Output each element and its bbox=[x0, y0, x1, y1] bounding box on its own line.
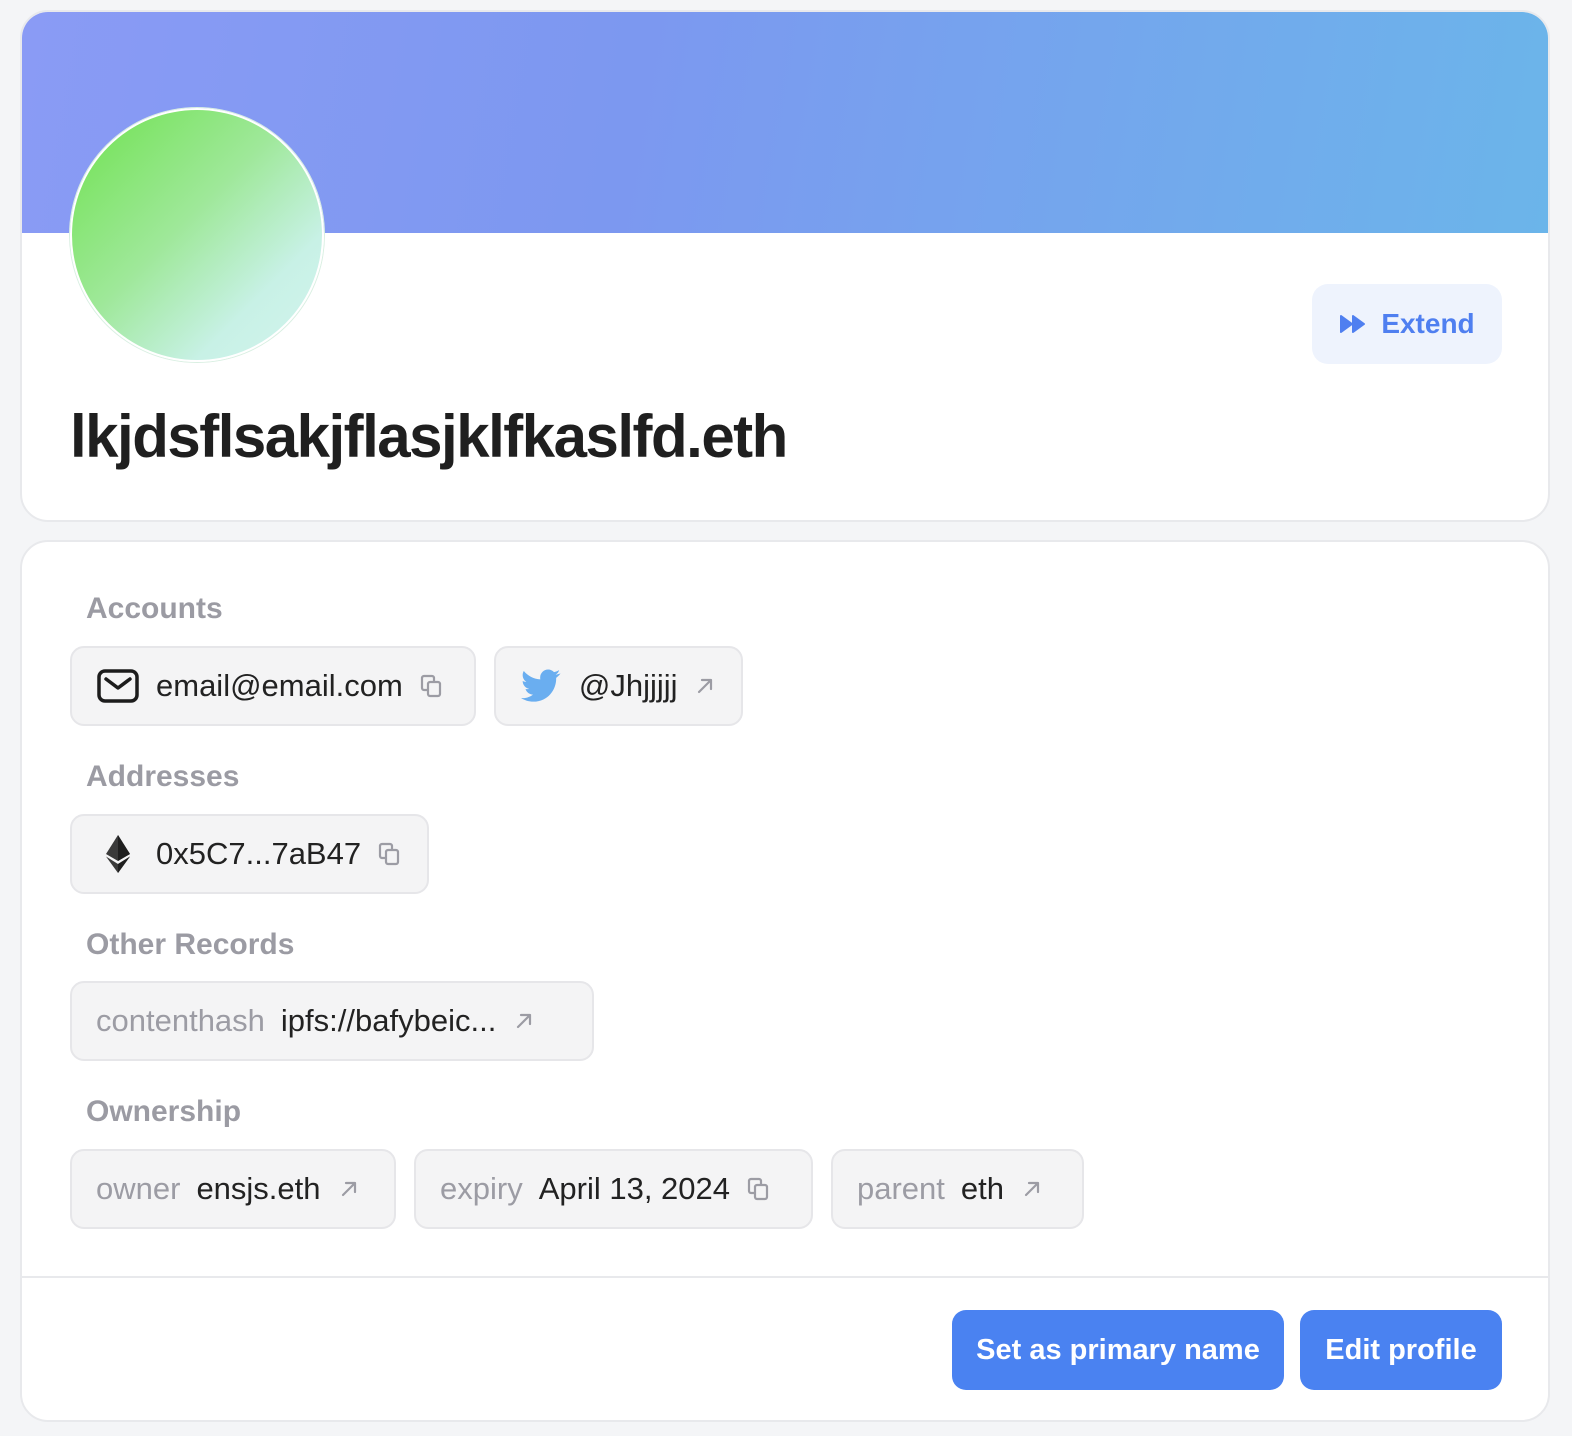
email-value: email@email.com bbox=[156, 668, 403, 703]
external-link-icon[interactable] bbox=[337, 1176, 361, 1202]
copy-icon[interactable] bbox=[746, 1176, 770, 1202]
mail-icon bbox=[96, 666, 140, 706]
external-link-icon[interactable] bbox=[1020, 1176, 1044, 1202]
contenthash-key: contenthash bbox=[96, 1003, 265, 1038]
avatar bbox=[70, 108, 324, 362]
footer-divider bbox=[22, 1276, 1548, 1278]
contenthash-value: ipfs://bafybeic... bbox=[280, 1003, 497, 1038]
external-link-icon[interactable] bbox=[694, 673, 717, 699]
eth-address-pill[interactable]: 0x5C7...7aB47 bbox=[70, 814, 429, 894]
extend-button[interactable]: Extend bbox=[1312, 284, 1502, 364]
expiry-key: expiry bbox=[440, 1171, 523, 1206]
expiry-pill[interactable]: expiry April 13, 2024 bbox=[414, 1149, 813, 1229]
email-account-pill[interactable]: email@email.com bbox=[70, 646, 476, 726]
twitter-value: @Jhjjjjj bbox=[578, 668, 678, 703]
contenthash-record-pill[interactable]: contenthash ipfs://bafybeic... bbox=[70, 981, 594, 1061]
set-primary-name-button[interactable]: Set as primary name bbox=[952, 1310, 1284, 1390]
owner-key: owner bbox=[96, 1171, 181, 1206]
ownership-row: owner ensjs.eth expiry April 13, 2024 pa… bbox=[70, 1149, 1084, 1229]
expiry-value: April 13, 2024 bbox=[538, 1171, 731, 1206]
addresses-row: 0x5C7...7aB47 bbox=[70, 814, 429, 894]
fast-forward-icon bbox=[1339, 312, 1367, 336]
other-records-section-label: Other Records bbox=[86, 928, 295, 961]
parent-pill[interactable]: parent eth bbox=[831, 1149, 1084, 1229]
twitter-account-pill[interactable]: @Jhjjjjj bbox=[494, 646, 743, 726]
addresses-section-label: Addresses bbox=[86, 760, 240, 793]
accounts-row: email@email.com @Jhjjjjj bbox=[70, 646, 743, 726]
profile-details-card: Accounts email@email.com @Jhjjjjj Addres… bbox=[20, 540, 1550, 1422]
copy-icon[interactable] bbox=[377, 841, 401, 867]
owner-pill[interactable]: owner ensjs.eth bbox=[70, 1149, 396, 1229]
ethereum-icon bbox=[96, 834, 140, 874]
page-title: lkjdsflsakjflasjklfkaslfd.eth bbox=[70, 403, 788, 470]
edit-profile-button[interactable]: Edit profile bbox=[1300, 1310, 1502, 1390]
other-records-row: contenthash ipfs://bafybeic... bbox=[70, 981, 594, 1061]
profile-header-card: Extend lkjdsflsakjflasjklfkaslfd.eth bbox=[20, 10, 1550, 522]
external-link-icon[interactable] bbox=[512, 1008, 536, 1034]
accounts-section-label: Accounts bbox=[86, 592, 223, 625]
eth-address-value: 0x5C7...7aB47 bbox=[156, 836, 362, 871]
extend-button-label: Extend bbox=[1381, 308, 1475, 339]
owner-value: ensjs.eth bbox=[196, 1171, 321, 1206]
ownership-section-label: Ownership bbox=[86, 1095, 242, 1128]
copy-icon[interactable] bbox=[419, 673, 443, 699]
parent-value: eth bbox=[960, 1171, 1005, 1206]
parent-key: parent bbox=[857, 1171, 945, 1206]
twitter-icon bbox=[520, 666, 563, 706]
